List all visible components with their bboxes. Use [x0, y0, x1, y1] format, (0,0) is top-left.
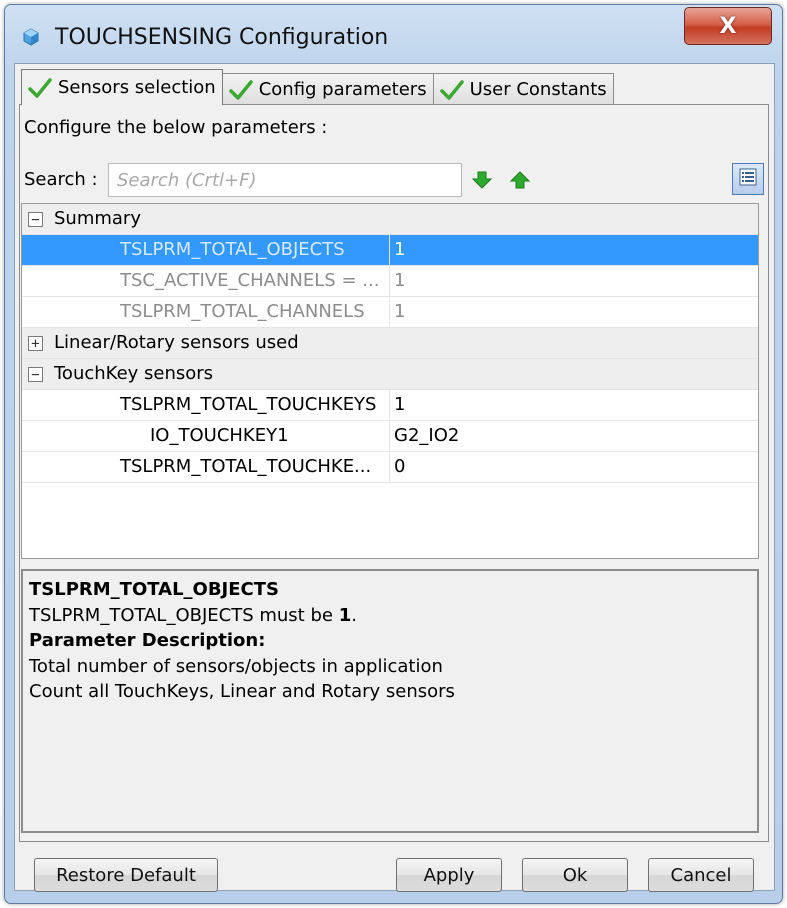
- tab-sensors-selection[interactable]: Sensors selection: [21, 69, 223, 105]
- description-line: Total number of sensors/objects in appli…: [29, 655, 443, 677]
- ok-button[interactable]: Ok: [522, 858, 628, 892]
- column-divider: [389, 297, 390, 327]
- cancel-button[interactable]: Cancel: [648, 858, 754, 892]
- configure-label: Configure the below parameters :: [24, 117, 328, 138]
- tree-row[interactable]: IO_TOUCHKEY1 G2_IO2: [22, 421, 758, 452]
- apply-button[interactable]: Apply: [396, 858, 502, 892]
- parameter-value: 1: [394, 394, 406, 415]
- column-divider: [389, 235, 390, 265]
- parameter-value: 1: [394, 301, 406, 322]
- list-view-icon: [739, 168, 757, 191]
- sensors-selection-panel: Configure the below parameters : Search …: [19, 104, 769, 842]
- list-view-toggle-button[interactable]: [732, 163, 764, 195]
- column-divider: [389, 421, 390, 451]
- parameter-description-panel: TSLPRM_TOTAL_OBJECTS TSLPRM_TOTAL_OBJECT…: [21, 569, 759, 833]
- button-bar: Restore Default Apply Ok Cancel: [15, 854, 774, 894]
- column-divider: [389, 390, 390, 420]
- group-label: TouchKey sensors: [54, 363, 214, 384]
- constraint-value: 1: [338, 604, 352, 626]
- restore-default-button[interactable]: Restore Default: [34, 858, 218, 892]
- expand-icon[interactable]: +: [28, 336, 43, 351]
- tree-group-touchkey[interactable]: − TouchKey sensors: [22, 359, 758, 390]
- arrow-down-icon[interactable]: [471, 171, 493, 189]
- parameter-name: TSLPRM_TOTAL_TOUCHKE...: [120, 456, 372, 477]
- search-row: Search :: [24, 163, 764, 197]
- parameter-value: 0: [394, 456, 406, 477]
- tree-group-summary[interactable]: − Summary: [22, 204, 758, 235]
- checkmark-icon: [28, 77, 52, 99]
- tree-group-linear-rotary[interactable]: + Linear/Rotary sensors used: [22, 328, 758, 359]
- description-title: TSLPRM_TOTAL_OBJECTS: [29, 579, 280, 600]
- window-title: TOUCHSENSING Configuration: [55, 25, 389, 50]
- parameter-name: IO_TOUCHKEY1: [150, 425, 289, 446]
- tree-row[interactable]: TSLPRM_TOTAL_TOUCHKEYS 1: [22, 390, 758, 421]
- arrow-up-icon[interactable]: [509, 171, 531, 189]
- group-label: Summary: [54, 208, 141, 229]
- parameter-name: TSLPRM_TOTAL_CHANNELS: [120, 301, 365, 322]
- title-bar[interactable]: TOUCHSENSING Configuration X: [5, 5, 782, 63]
- parameter-name: TSC_ACTIVE_CHANNELS = ...: [120, 270, 380, 291]
- column-divider: [389, 266, 390, 296]
- tab-user-constants[interactable]: User Constants: [432, 73, 614, 105]
- tree-row[interactable]: TSLPRM_TOTAL_OBJECTS 1: [22, 235, 758, 266]
- checkmark-icon: [439, 79, 464, 101]
- tab-bar: Sensors selection Config parameters User…: [21, 69, 614, 105]
- search-label: Search :: [24, 169, 98, 190]
- tree-row[interactable]: TSC_ACTIVE_CHANNELS = ... 1: [22, 266, 758, 297]
- parameter-name: TSLPRM_TOTAL_OBJECTS: [120, 239, 345, 260]
- collapse-icon[interactable]: −: [28, 212, 43, 227]
- tab-label: User Constants: [469, 79, 607, 100]
- tab-config-parameters[interactable]: Config parameters: [221, 73, 434, 105]
- tab-label: Sensors selection: [58, 77, 216, 98]
- checkmark-icon: [228, 79, 253, 101]
- parameter-value: 1: [394, 270, 406, 291]
- parameter-value: 1: [394, 239, 406, 260]
- description-heading: Parameter Description:: [29, 630, 266, 651]
- parameter-name: TSLPRM_TOTAL_TOUCHKEYS: [120, 394, 377, 415]
- config-dialog: TOUCHSENSING Configuration X Sensors sel…: [4, 4, 783, 904]
- constraint-suffix: .: [351, 604, 357, 626]
- tree-row[interactable]: TSLPRM_TOTAL_CHANNELS 1: [22, 297, 758, 328]
- cube-icon: [21, 27, 41, 47]
- close-button[interactable]: X: [684, 7, 772, 45]
- parameter-value: G2_IO2: [394, 425, 460, 446]
- description-line: Count all TouchKeys, Linear and Rotary s…: [29, 681, 455, 702]
- column-divider: [389, 452, 390, 482]
- constraint-prefix: TSLPRM_TOTAL_OBJECTS must be: [29, 604, 339, 626]
- tree-row[interactable]: TSLPRM_TOTAL_TOUCHKE... 0: [22, 452, 758, 483]
- search-input[interactable]: [108, 163, 462, 197]
- close-icon: X: [719, 13, 737, 39]
- collapse-icon[interactable]: −: [28, 367, 43, 382]
- parameter-tree: − Summary TSLPRM_TOTAL_OBJECTS 1 TSC_ACT…: [21, 203, 759, 559]
- description-constraint: TSLPRM_TOTAL_OBJECTS must be 1.: [29, 603, 751, 629]
- group-label: Linear/Rotary sensors used: [54, 332, 299, 353]
- tab-label: Config parameters: [258, 79, 427, 100]
- dialog-body: Sensors selection Config parameters User…: [14, 63, 775, 894]
